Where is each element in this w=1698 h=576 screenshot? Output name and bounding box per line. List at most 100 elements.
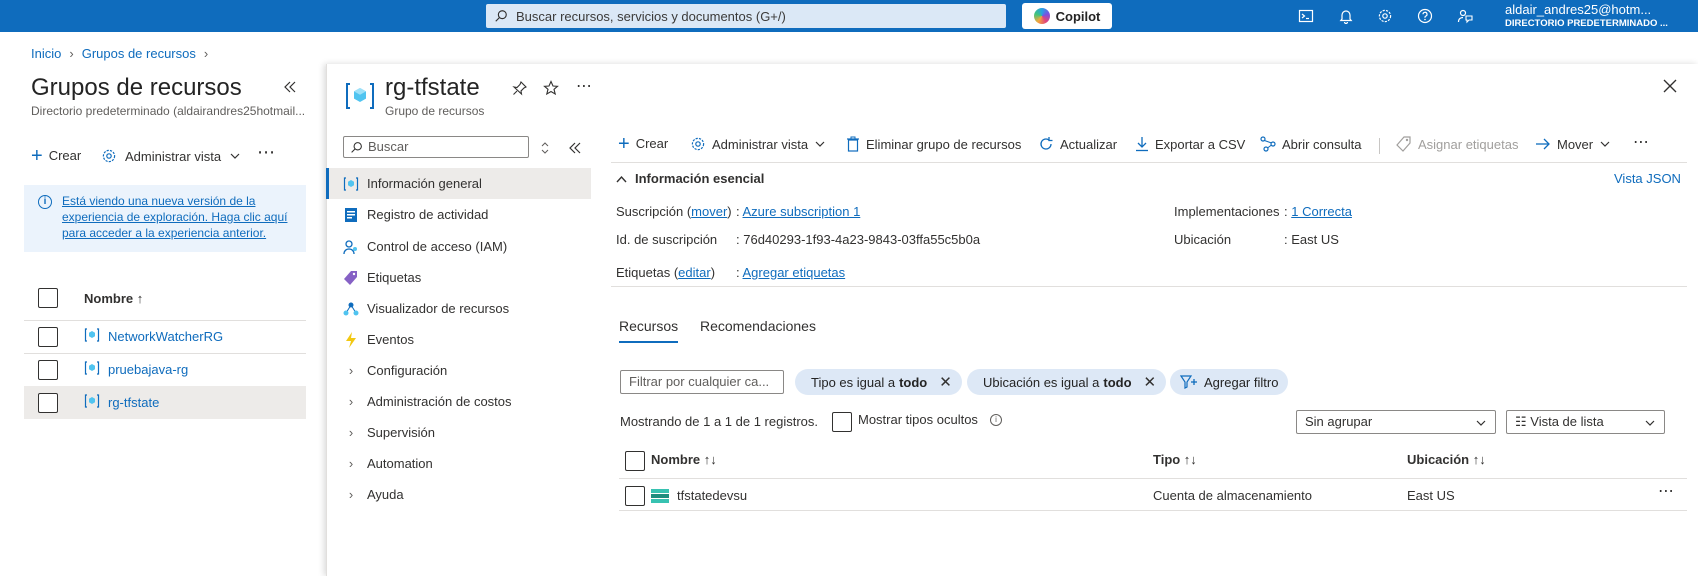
menu-item-automation[interactable]: › Automation: [343, 448, 591, 479]
breadcrumb-home[interactable]: Inicio: [31, 46, 61, 61]
menu-item-resource-visualizer[interactable]: Visualizador de recursos: [343, 293, 591, 324]
row-checkbox[interactable]: [38, 327, 58, 347]
divider: [619, 510, 1687, 511]
left-pane-title: Grupos de recursos: [31, 74, 242, 101]
edit-tags-link[interactable]: editar: [678, 265, 711, 280]
subscription-link[interactable]: Azure subscription 1: [743, 204, 861, 219]
create-button[interactable]: + Crear: [618, 134, 668, 154]
blade-more-button[interactable]: ⋯: [576, 76, 592, 96]
move-button[interactable]: Mover: [1535, 136, 1617, 152]
user-name: aldair_andres25@hotm...: [1505, 2, 1652, 17]
menu-item-help[interactable]: › Ayuda: [343, 479, 591, 510]
copilot-icon: [1033, 8, 1050, 24]
column-header-name[interactable]: Nombre ↑↓: [651, 452, 717, 467]
breadcrumb-separator: ›: [203, 46, 209, 61]
resource-group-row[interactable]: NetworkWatcherRG: [24, 320, 306, 353]
refresh-button[interactable]: Actualizar: [1038, 136, 1117, 152]
close-icon[interactable]: ✕: [939, 373, 952, 391]
delete-label: Eliminar grupo de recursos: [866, 136, 1022, 152]
terminal-icon[interactable]: [1296, 6, 1316, 26]
menu-item-monitoring[interactable]: › Supervisión: [343, 417, 591, 448]
user-account[interactable]: aldair_andres25@hotm... DIRECTORIO PREDE…: [1505, 2, 1693, 29]
global-search-input[interactable]: Buscar recursos, servicios y documentos …: [486, 4, 1006, 28]
assign-tags-button[interactable]: Asignar etiquetas: [1396, 136, 1518, 152]
column-header-type[interactable]: Tipo ↑↓: [1153, 452, 1197, 467]
delete-resource-group-button[interactable]: Eliminar grupo de recursos: [846, 136, 1021, 152]
resource-group-name[interactable]: NetworkWatcherRG: [108, 329, 223, 344]
help-icon[interactable]: [1415, 6, 1435, 26]
resource-group-name[interactable]: rg-tfstate: [108, 395, 159, 410]
select-all-checkbox[interactable]: [38, 288, 58, 308]
deployments-link[interactable]: 1 Correcta: [1291, 204, 1352, 219]
menu-search-input[interactable]: Buscar: [343, 136, 529, 158]
menu-item-iam[interactable]: Control de acceso (IAM): [343, 231, 591, 262]
type-filter-pill[interactable]: Tipo es igual a todo ✕: [795, 369, 962, 395]
add-filter-label: Agregar filtro: [1204, 374, 1279, 390]
menu-item-settings[interactable]: › Configuración: [343, 355, 591, 386]
gear-icon[interactable]: [1375, 6, 1395, 26]
gear-icon: [102, 149, 116, 163]
user-directory: DIRECTORIO PREDETERMINADO ...: [1505, 18, 1668, 29]
row-more-button[interactable]: ⋯: [1658, 481, 1674, 501]
essentials-header[interactable]: Información esencial: [616, 171, 764, 186]
query-icon: [1260, 136, 1276, 152]
toolbar-more-button[interactable]: ⋯: [1633, 132, 1649, 152]
menu-item-overview[interactable]: Información general: [326, 168, 591, 199]
tab-resources[interactable]: Recursos: [619, 318, 679, 343]
left-more-button[interactable]: ⋯: [257, 142, 275, 163]
menu-item-events[interactable]: Eventos: [343, 324, 591, 355]
left-manage-view-label: Administrar vista: [125, 148, 222, 164]
collapse-menu-icon[interactable]: [568, 141, 582, 155]
info-icon[interactable]: i: [990, 414, 1002, 426]
star-icon[interactable]: [543, 80, 559, 96]
tab-recommendations[interactable]: Recomendaciones: [700, 318, 816, 334]
menu-item-cost-management[interactable]: › Administración de costos: [343, 386, 591, 417]
chevron-down-icon: [1476, 420, 1486, 426]
add-tags-link[interactable]: Agregar etiquetas: [743, 265, 846, 280]
resource-group-icon: [84, 394, 100, 408]
menu-item-label: Control de acceso (IAM): [367, 239, 508, 254]
left-create-button[interactable]: + Crear: [31, 146, 81, 166]
menu-item-tags[interactable]: Etiquetas: [343, 262, 591, 293]
row-checkbox[interactable]: [625, 486, 645, 506]
resource-group-name[interactable]: pruebajava-rg: [108, 362, 188, 377]
bell-icon[interactable]: [1336, 6, 1356, 26]
left-column-name[interactable]: Nombre ↑: [84, 291, 143, 306]
close-icon[interactable]: ✕: [1144, 373, 1157, 391]
resource-group-row[interactable]: pruebajava-rg: [24, 353, 306, 386]
new-experience-banner[interactable]: i Está viendo una nueva versión de la ex…: [24, 185, 306, 252]
add-filter-button[interactable]: Agregar filtro: [1170, 369, 1289, 395]
top-bar: Buscar recursos, servicios y documentos …: [0, 0, 1698, 32]
close-icon[interactable]: [1662, 78, 1678, 94]
view-mode-value: ☷ Vista de lista: [1515, 414, 1604, 429]
iam-icon: [343, 239, 359, 255]
breadcrumb-resource-groups[interactable]: Grupos de recursos: [82, 46, 196, 61]
resource-group-row-selected[interactable]: rg-tfstate: [24, 386, 306, 419]
menu-item-activity-log[interactable]: Registro de actividad: [343, 199, 591, 230]
type-filter-prefix: Tipo es igual a: [811, 374, 896, 390]
row-checkbox[interactable]: [38, 360, 58, 380]
json-view-link[interactable]: Vista JSON: [1614, 171, 1681, 186]
feedback-icon[interactable]: [1455, 6, 1475, 26]
copilot-button[interactable]: Copilot: [1022, 3, 1112, 29]
location-filter-value: todo: [1103, 374, 1132, 390]
row-checkbox[interactable]: [38, 393, 58, 413]
resource-name-link[interactable]: tfstatedevsu: [677, 488, 747, 503]
open-query-button[interactable]: Abrir consulta: [1260, 136, 1361, 152]
manage-view-button[interactable]: Administrar vista: [690, 136, 832, 152]
location-filter-pill[interactable]: Ubicación es igual a todo ✕: [967, 369, 1167, 395]
grid-select-all-checkbox[interactable]: [625, 451, 645, 471]
divider: [619, 478, 1687, 479]
move-subscription-link[interactable]: mover: [691, 204, 727, 219]
export-csv-button[interactable]: Exportar a CSV: [1135, 136, 1245, 152]
trash-icon: [847, 136, 859, 152]
filter-input[interactable]: Filtrar por cualquier ca...: [620, 370, 784, 394]
show-hidden-types-checkbox[interactable]: [832, 412, 852, 432]
group-by-dropdown[interactable]: Sin agrupar: [1296, 410, 1496, 434]
left-manage-view-button[interactable]: Administrar vista: [101, 148, 241, 164]
column-header-location[interactable]: Ubicación ↑↓: [1407, 452, 1486, 467]
pin-icon[interactable]: [512, 80, 528, 96]
sort-icon[interactable]: [540, 142, 550, 154]
view-mode-dropdown[interactable]: ☷ Vista de lista: [1506, 410, 1665, 434]
collapse-pane-icon[interactable]: [283, 80, 297, 94]
